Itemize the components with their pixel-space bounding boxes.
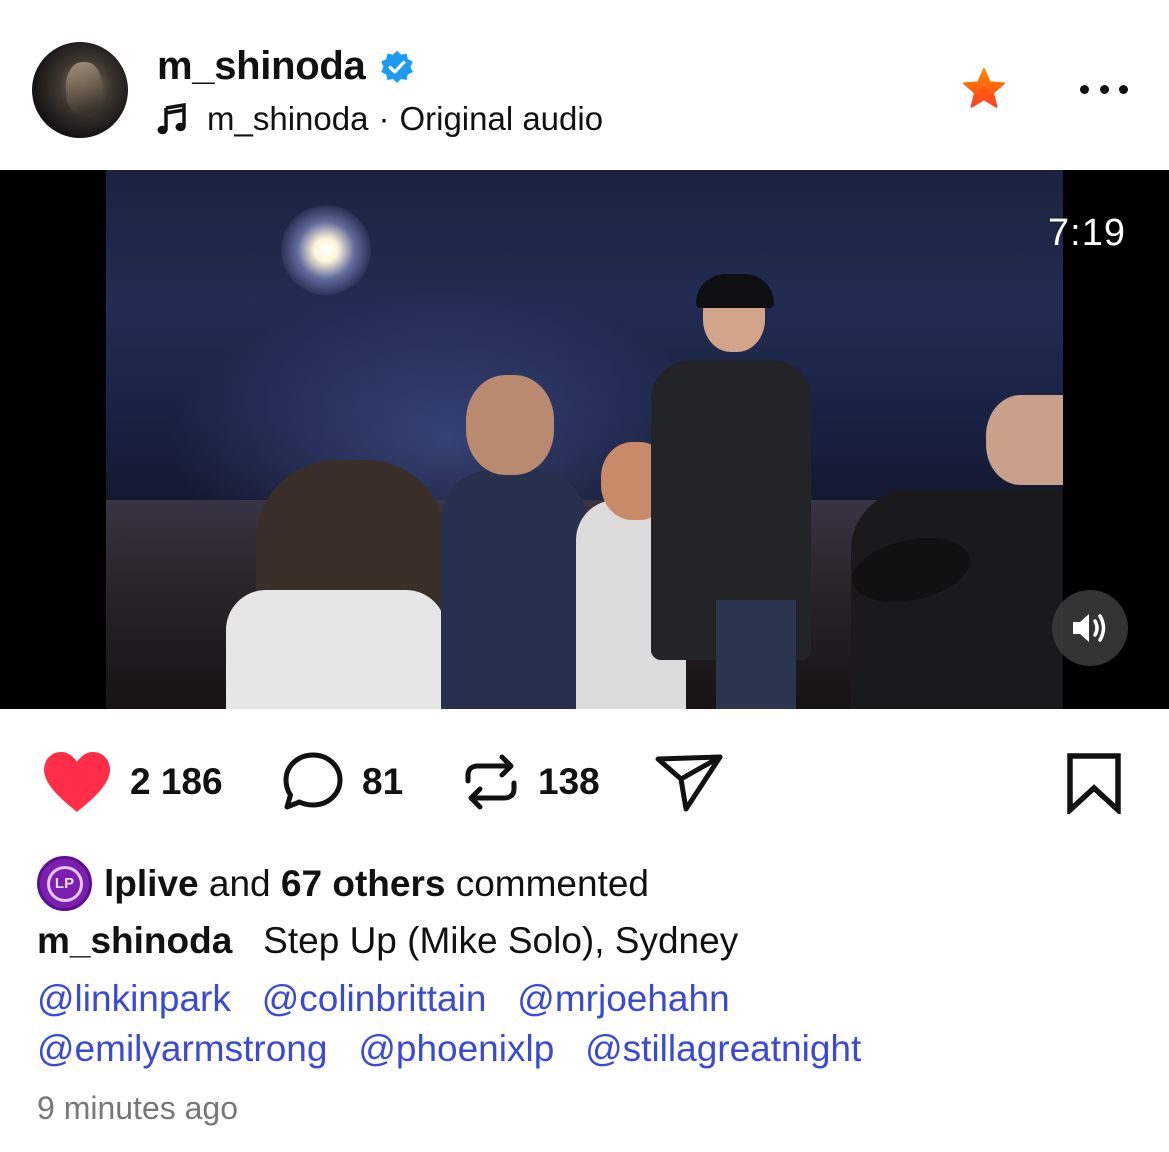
caption-author[interactable]: m_shinoda [37, 920, 232, 961]
and-text: and [208, 862, 271, 904]
commenter-avatar[interactable]: LP [37, 856, 92, 911]
mentions-line-2: @emilyarmstrong @phoenixlp @stillagreatn… [37, 1024, 861, 1074]
action-bar: 2 186 81 138 [0, 740, 1169, 830]
like-button[interactable]: 2 186 [40, 740, 223, 824]
mention-link[interactable]: @emilyarmstrong [37, 1028, 327, 1069]
audio-separator: · [378, 100, 390, 137]
mentions-block: @linkinpark @colinbrittain @mrjoehahn @e… [37, 974, 861, 1074]
video-duration: 7:19 [1048, 212, 1126, 254]
lplive-logo: LP [46, 865, 83, 902]
repost-button[interactable]: 138 [460, 740, 600, 824]
author-username[interactable]: m_shinoda [157, 44, 366, 89]
like-count: 2 186 [130, 761, 223, 802]
mention-link[interactable]: @mrjoehahn [517, 978, 729, 1019]
comment-count: 81 [362, 761, 404, 802]
repost-count: 138 [538, 761, 600, 802]
speaker-icon [1073, 614, 1106, 642]
fan-figure [441, 470, 586, 709]
repost-icon [465, 754, 517, 810]
post-timestamp: 9 minutes ago [37, 1090, 239, 1126]
audio-label: Original audio [399, 100, 604, 137]
heart-icon [44, 752, 110, 812]
comment-button[interactable]: 81 [280, 740, 403, 824]
mute-toggle-button[interactable] [1052, 590, 1128, 666]
mentions-line-1: @linkinpark @colinbrittain @mrjoehahn [37, 974, 861, 1024]
video-player[interactable]: 7:19 [0, 170, 1169, 709]
commenter-username[interactable]: lplive [104, 863, 199, 905]
post-caption: m_shinoda Step Up (Mike Solo), Sydney [37, 920, 738, 962]
others-count[interactable]: 67 others [281, 863, 446, 905]
author-avatar[interactable] [32, 42, 128, 138]
more-options-icon[interactable] [1080, 80, 1128, 98]
comment-bubble-icon [283, 752, 343, 810]
share-button[interactable] [654, 740, 726, 824]
commenters-summary[interactable]: LP lplive and 67 others commented [37, 856, 649, 911]
commented-text: commented [455, 862, 650, 904]
music-note-icon [157, 103, 186, 135]
stage-light [281, 205, 371, 295]
mention-link[interactable]: @phoenixlp [358, 1028, 554, 1069]
verified-badge-icon [381, 50, 414, 83]
favorite-star-icon[interactable] [961, 66, 1007, 112]
caption-text: Step Up (Mike Solo), Sydney [263, 920, 739, 961]
audio-row[interactable]: m_shinoda · Original audio [157, 100, 603, 138]
author-row: m_shinoda [157, 44, 415, 89]
mention-link[interactable]: @colinbrittain [262, 978, 487, 1019]
post-header: m_shinoda m_shinoda · Original audio [0, 0, 1169, 170]
video-frame [106, 170, 1063, 709]
mention-link[interactable]: @linkinpark [37, 978, 231, 1019]
mention-link[interactable]: @stillagreatnight [585, 1028, 861, 1069]
bookmark-icon[interactable] [1066, 752, 1122, 814]
send-icon [655, 754, 723, 812]
audio-author: m_shinoda [207, 100, 369, 137]
